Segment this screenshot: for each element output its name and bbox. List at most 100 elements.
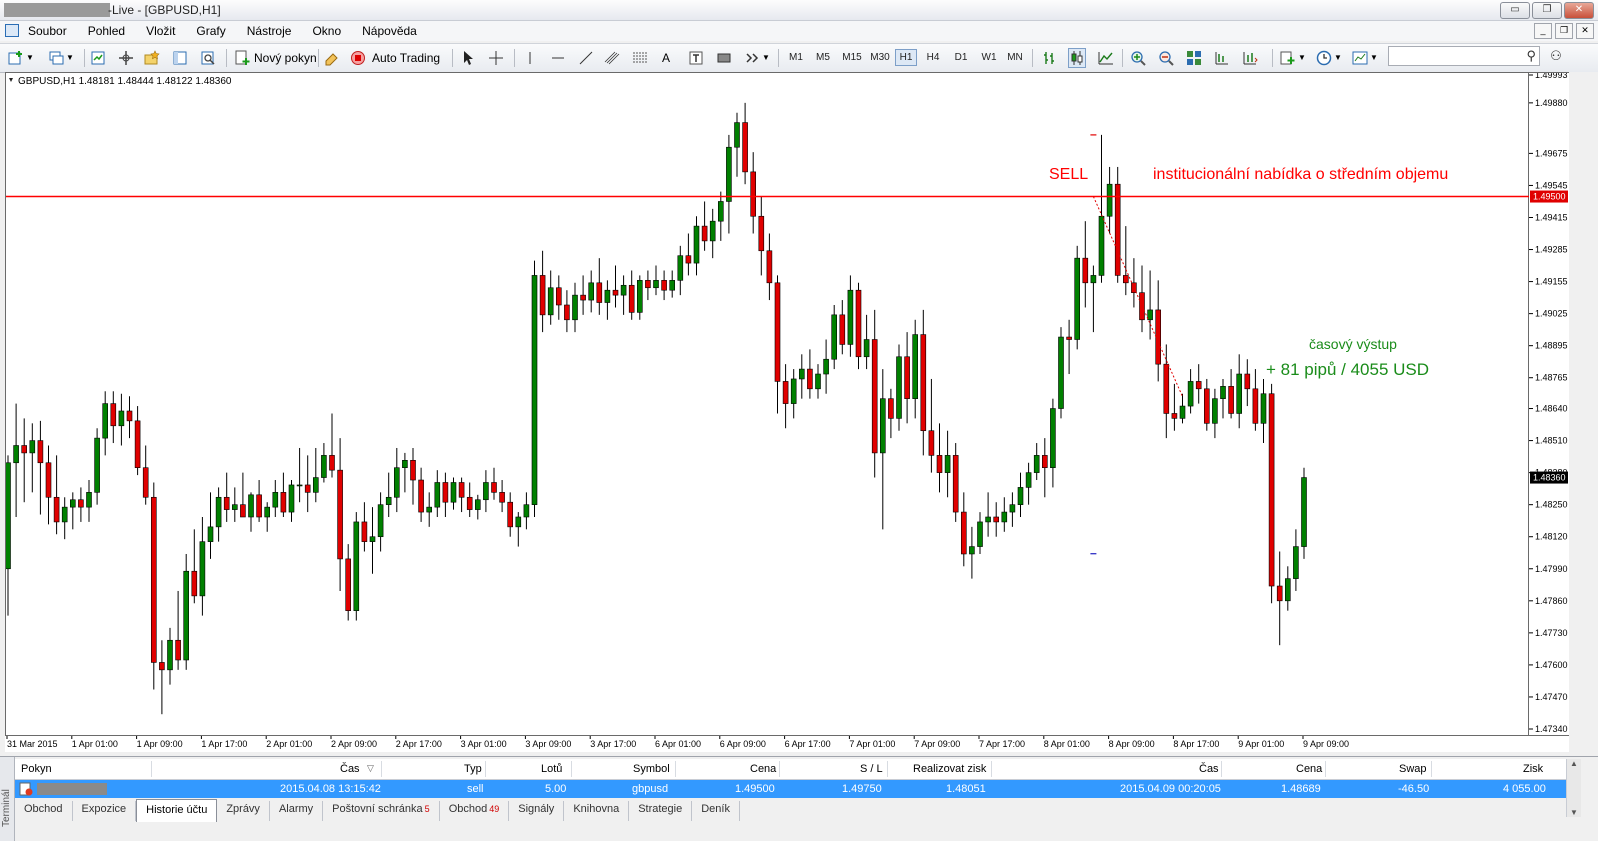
timeframe-h1[interactable]: H1 <box>895 49 917 66</box>
tab-signals[interactable]: Signály <box>509 801 565 821</box>
candle-body <box>539 275 546 316</box>
minimize-button[interactable]: ▭ <box>1500 2 1530 19</box>
scroll-down-icon[interactable]: ▼ <box>1567 808 1581 817</box>
mdi-restore-button[interactable]: ❐ <box>1555 23 1573 39</box>
restore-button[interactable]: ❐ <box>1532 2 1562 19</box>
candle-body <box>693 225 700 264</box>
shapes-tool[interactable] <box>716 48 732 67</box>
search-input[interactable]: ⚲ <box>1388 46 1540 66</box>
tile-windows-button[interactable] <box>1186 48 1202 67</box>
metaeditor-button[interactable] <box>324 48 340 67</box>
col-profit[interactable]: Zisk <box>1523 763 1543 775</box>
navigator-button[interactable] <box>118 48 134 67</box>
indicators-button[interactable]: ▼ <box>1280 48 1306 67</box>
scroll-up-icon[interactable]: ▲ <box>1567 759 1581 768</box>
zoom-in-button[interactable] <box>1130 48 1146 67</box>
text-tool[interactable]: A <box>662 48 670 67</box>
auto-trading-button[interactable]: Auto Trading <box>350 48 440 67</box>
col-lots[interactable]: Lotů <box>541 763 562 775</box>
terminal-scrollbar[interactable]: ▲ ▼ <box>1566 759 1581 817</box>
col-open-price[interactable]: Cena <box>750 763 776 775</box>
col-swap[interactable]: Swap <box>1399 763 1427 775</box>
menu-bar: Soubor Pohled Vložit Grafy Nástroje Okno… <box>0 21 1598 41</box>
candlestick-chart-button[interactable] <box>1068 48 1086 68</box>
tab-library[interactable]: Knihovna <box>564 801 630 821</box>
tab-label: Alarmy <box>278 803 314 815</box>
templates-button[interactable]: ▼ <box>1352 48 1378 67</box>
vertical-line-tool[interactable] <box>522 48 538 67</box>
col-order[interactable]: Pokyn <box>21 763 52 775</box>
horizontal-line-tool[interactable] <box>550 48 566 67</box>
menu-tools[interactable]: Nástroje <box>247 24 292 38</box>
timeframe-mn[interactable]: MN <box>1004 49 1026 66</box>
zoom-out-button[interactable] <box>1158 48 1174 67</box>
price-axis[interactable]: 1.49993 1.49880 1.49675 1.49545 1.49415 1.492… <box>1529 70 1569 736</box>
col-close-price[interactable]: Cena <box>1296 763 1322 775</box>
time-axis[interactable]: 31 Mar 2015 1 Apr 01:00 1 Apr 09:00 1 Apr 1… <box>5 736 1569 752</box>
periods-button[interactable]: ▼ <box>1316 48 1342 67</box>
chart-window-icon[interactable] <box>5 24 19 37</box>
profiles-button[interactable]: ▼ <box>48 48 74 67</box>
line-chart-button[interactable] <box>1098 48 1114 67</box>
level-label[interactable]: institucionální nabídka o středním objem… <box>1153 166 1448 183</box>
tab-journal[interactable]: Deník <box>692 801 740 821</box>
tab-news[interactable]: Zprávy <box>217 801 270 821</box>
chart-shift-button[interactable] <box>1214 48 1230 67</box>
col-close-time[interactable]: Čas <box>1199 763 1219 775</box>
equidistant-channel-tool[interactable] <box>604 48 620 67</box>
tab-alerts[interactable]: Alarmy <box>270 801 324 821</box>
crosshair-tool-button[interactable] <box>488 48 504 67</box>
community-icon[interactable]: ⚇ <box>1548 48 1564 64</box>
auto-scroll-button[interactable] <box>1242 48 1258 67</box>
tab-strategies[interactable]: Strategie <box>629 801 693 821</box>
time-exit-label[interactable]: časový výstup <box>1309 336 1397 352</box>
tab-mailbox[interactable]: Poštovní schránka 5 <box>323 801 440 821</box>
result-label[interactable]: + 81 pipů / 4055 USD <box>1266 360 1429 379</box>
cursor-tool-button[interactable] <box>460 48 476 67</box>
strategy-tester-button[interactable] <box>200 48 216 67</box>
terminal-side-handle[interactable]: Terminál <box>0 757 15 841</box>
fibonacci-tool[interactable] <box>632 48 648 67</box>
timeframe-m1[interactable]: M1 <box>785 49 807 66</box>
bar-chart-button[interactable] <box>1042 48 1058 67</box>
sell-label[interactable]: SELL <box>1049 166 1088 183</box>
menu-window[interactable]: Okno <box>312 24 341 38</box>
close-button[interactable]: ✕ <box>1564 2 1594 19</box>
col-take-profit[interactable]: Realizovat zisk <box>913 763 986 775</box>
trendline-tool[interactable] <box>578 48 594 67</box>
menu-help[interactable]: Nápověda <box>362 24 417 38</box>
timeframe-w1[interactable]: W1 <box>978 49 1000 66</box>
tab-exposure[interactable]: Expozice <box>73 801 137 821</box>
new-order-button[interactable]: Nový pokyn <box>234 48 317 67</box>
timeframe-m15[interactable]: M15 <box>839 49 865 66</box>
arrows-tool[interactable]: ▼ <box>744 48 770 67</box>
mdi-close-button[interactable]: ✕ <box>1576 23 1594 39</box>
menu-file[interactable]: Soubor <box>28 24 67 38</box>
market-watch-button[interactable] <box>90 48 106 67</box>
menu-view[interactable]: Pohled <box>88 24 125 38</box>
col-symbol[interactable]: Symbol <box>633 763 670 775</box>
favorites-button[interactable] <box>144 48 160 67</box>
candlestick-chart[interactable]: GBPUSD,H1 1.48181 1.48444 1.48122 1.4836… <box>6 73 1530 737</box>
timeframe-m30[interactable]: M30 <box>867 49 893 66</box>
data-window-button[interactable] <box>172 48 188 67</box>
col-stop-loss[interactable]: S / L <box>860 763 883 775</box>
arrow-cursor-icon <box>464 50 473 65</box>
menu-insert[interactable]: Vložit <box>146 24 175 38</box>
mdi-minimize-button[interactable]: _ <box>1534 23 1552 39</box>
menu-charts[interactable]: Grafy <box>196 24 225 38</box>
new-chart-button[interactable]: ▼ <box>8 48 34 67</box>
timeframe-h4[interactable]: H4 <box>922 49 944 66</box>
candle-body <box>798 368 805 380</box>
timeframe-d1[interactable]: D1 <box>950 49 972 66</box>
timeframe-m5[interactable]: M5 <box>812 49 834 66</box>
tab-trade[interactable]: Obchod <box>15 801 73 821</box>
search-icon[interactable]: ⚲ <box>1526 48 1536 64</box>
table-row[interactable]: 2015.04.08 13:15:42 sell 5.00 gbpusd 1.4… <box>15 780 1566 798</box>
chart-window[interactable]: GBPUSD,H1 1.48181 1.48444 1.48122 1.4836… <box>5 72 1530 737</box>
text-label-tool[interactable] <box>688 48 704 67</box>
col-open-time[interactable]: Čas <box>340 763 360 775</box>
col-type[interactable]: Typ <box>464 763 482 775</box>
tab-account-history[interactable]: Historie účtu <box>136 799 218 822</box>
tab-market[interactable]: Obchod 49 <box>440 801 510 821</box>
